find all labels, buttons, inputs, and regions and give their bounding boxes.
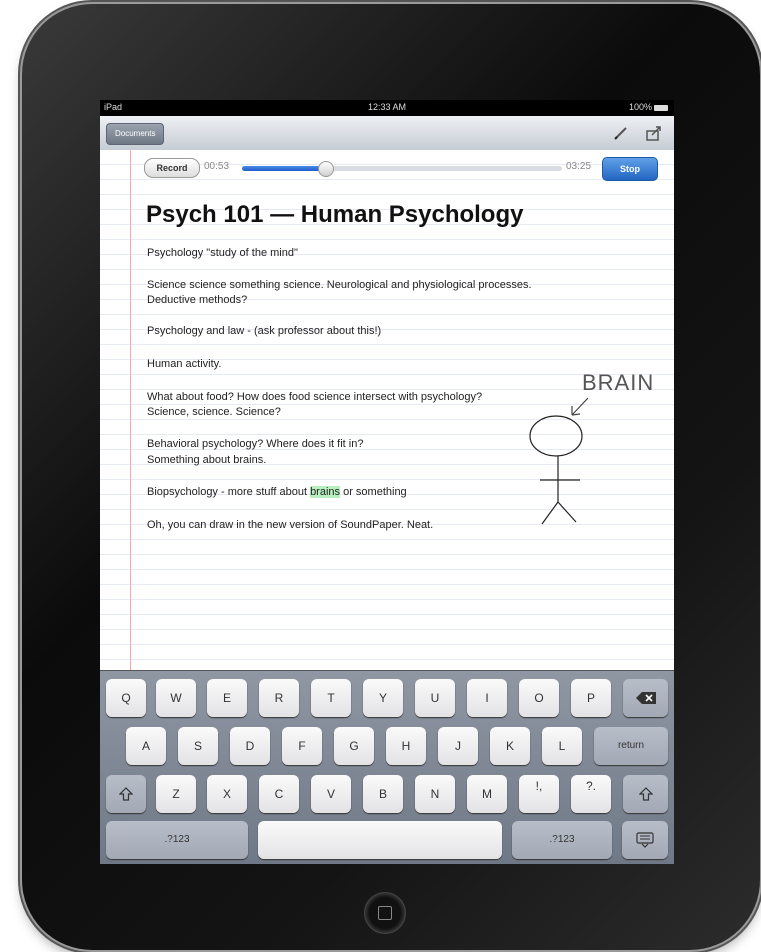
note-line-10-end: or something [340,486,407,498]
key-j[interactable]: J [438,727,478,765]
key-g[interactable]: G [334,727,374,765]
note-line-3: Deductive methods? [147,294,248,306]
toolbar: Documents [100,116,674,151]
key-e[interactable]: E [207,679,247,717]
delete-key[interactable] [623,679,668,717]
space-bar[interactable] [258,821,502,859]
playback-knob[interactable] [318,161,335,177]
battery-icon [654,104,668,111]
stop-button[interactable]: Stop [602,157,658,181]
shift-icon [118,787,134,801]
pen-icon[interactable] [612,124,630,142]
shift-key-right[interactable] [623,775,668,813]
note-line-4: Psychology and law - (ask professor abou… [147,325,382,337]
documents-button[interactable]: Documents [106,123,165,145]
shift-key-left[interactable] [106,775,146,813]
note-line-10-start: Biopsychology - more stuff about [147,486,311,498]
arrow-icon [571,397,589,416]
battery-status: 100% [629,102,668,112]
numbers-key-right[interactable]: .?123 [512,821,612,859]
head-shape [529,415,583,457]
key-s[interactable]: S [178,727,218,765]
key-q[interactable]: Q [106,679,146,717]
keyboard: Q W E R T Y U I O P A S D F G H J K L re… [100,670,674,864]
key-t[interactable]: T [311,679,351,717]
home-button[interactable] [364,892,406,934]
key-m[interactable]: M [467,775,507,813]
screen: iPad 12:33 AM 100% Documents Record 00:5… [100,100,674,864]
margin-line [130,150,131,670]
key-b[interactable]: B [363,775,403,813]
note-line-2: Science science something science. Neuro… [147,279,532,291]
key-n[interactable]: N [415,775,455,813]
stick-figure-drawing[interactable]: BRAIN [520,360,670,540]
key-h[interactable]: H [386,727,426,765]
key-p[interactable]: P [571,679,611,717]
key-c[interactable]: C [259,775,299,813]
status-bar: iPad 12:33 AM 100% [100,100,674,116]
key-d[interactable]: D [230,727,270,765]
total-time: 03:25 [566,161,592,172]
record-button[interactable]: Record [144,158,200,178]
status-time: 12:33 AM [367,102,407,112]
hide-keyboard-key[interactable] [622,821,668,859]
key-exclaim-comma[interactable]: !, [519,775,559,813]
legs-line [541,501,577,525]
key-o[interactable]: O [519,679,559,717]
note-title: Psych 101 — Human Psychology [146,201,524,228]
key-w[interactable]: W [156,679,196,717]
playback-slider[interactable] [242,161,562,177]
key-f[interactable]: F [282,727,322,765]
key-x[interactable]: X [207,775,247,813]
keyboard-hide-icon [636,832,654,848]
key-i[interactable]: I [467,679,507,717]
shift-icon [638,787,653,801]
key-u[interactable]: U [415,679,455,717]
key-z[interactable]: Z [156,775,196,813]
battery-percent: 100% [628,102,652,112]
share-icon[interactable] [645,124,663,142]
note-line-1: Psychology "study of the mind" [147,247,298,259]
key-y[interactable]: Y [363,679,403,717]
key-l[interactable]: L [542,727,582,765]
key-v[interactable]: V [311,775,351,813]
highlighted-word[interactable]: brains [310,486,341,498]
elapsed-time: 00:53 [204,161,230,172]
return-key[interactable]: return [594,727,668,765]
brain-label: BRAIN [582,370,654,395]
numbers-key-left[interactable]: .?123 [106,821,248,859]
key-a[interactable]: A [126,727,166,765]
key-k[interactable]: K [490,727,530,765]
recorder-bar: Record 00:53 03:25 Stop [144,157,658,181]
key-question-period[interactable]: ?. [571,775,611,813]
backspace-icon [635,692,656,704]
key-r[interactable]: R [259,679,299,717]
playback-progress [242,166,326,171]
home-square-icon [378,906,392,920]
